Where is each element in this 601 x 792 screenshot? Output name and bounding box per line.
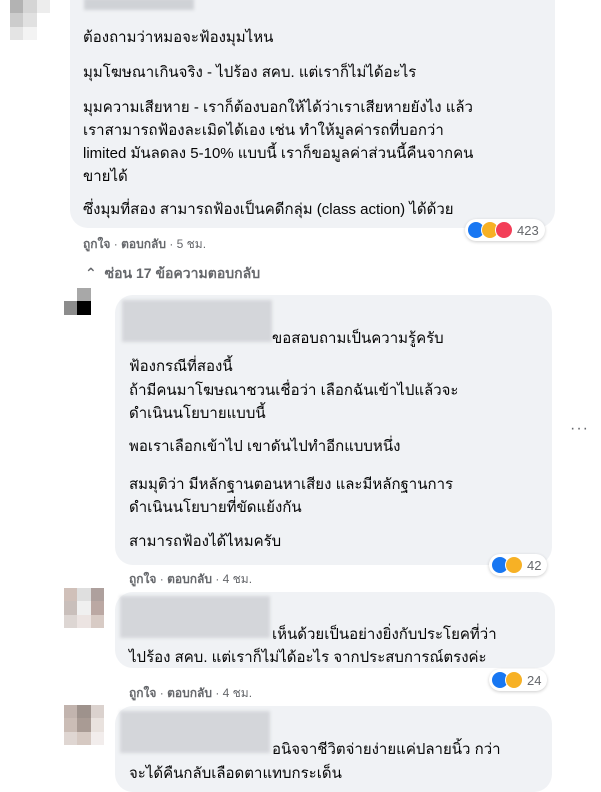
comment-text-line: limited มันลดลง 5-10% แบบนี้ เราก็ขอมูลค… — [83, 145, 474, 162]
reply-text-line: ดำเนินนโยบายแบบนี้ — [129, 405, 266, 422]
sad-icon — [505, 671, 523, 689]
reaction-count: 24 — [527, 672, 542, 688]
ellipsis-icon[interactable]: ··· — [570, 420, 589, 438]
commenter-name-redacted[interactable] — [120, 596, 270, 638]
like-button[interactable]: ถูกใจ — [129, 572, 156, 586]
reply-text-line: ดำเนินนโยบายที่ขัดแย้งกัน — [129, 499, 302, 516]
reply-actions: ถูกใจ · ตอบกลับ · 4 ชม. — [129, 572, 253, 586]
reaction-summary[interactable]: 423 — [465, 219, 545, 241]
commenter-name-redacted[interactable] — [84, 0, 194, 10]
comment-actions: ถูกใจ · ตอบกลับ · 5 ชม. — [83, 237, 207, 251]
reaction-count: 42 — [527, 557, 542, 573]
reaction-summary[interactable]: 42 — [489, 554, 548, 576]
commenter-name-redacted[interactable] — [122, 300, 272, 342]
avatar[interactable] — [10, 0, 50, 40]
comment-text-line: ต้องถามว่าหมอจะฟ้องมุมไหน — [83, 29, 274, 46]
reply-button[interactable]: ตอบกลับ — [121, 237, 166, 251]
reply-text-line: พอเราเลือกเข้าไป เขาดันไปทำอีกแบบหนึ่ง — [129, 438, 401, 455]
reply-text-line: ขอสอบถามเป็นความรู้ครับ — [272, 330, 444, 347]
commenter-name-redacted[interactable] — [120, 711, 270, 753]
comment-text-line: มุมโฆษณาเกินจริง - ไปร้อง สคบ. แต่เราก็ไ… — [83, 64, 417, 81]
reaction-count: 423 — [517, 222, 539, 238]
reply-text-line: จะได้คืนกลับเลือดตาแทบกระเด็น — [129, 765, 342, 782]
avatar[interactable] — [64, 588, 104, 628]
reply-button[interactable]: ตอบกลับ — [167, 686, 212, 700]
like-button[interactable]: ถูกใจ — [129, 686, 156, 700]
timestamp[interactable]: 4 ชม. — [223, 686, 252, 700]
comment-text-line: เราสามารถฟ้องละเมิดได้เอง เช่น ทำให้มูลค… — [83, 122, 444, 139]
like-button[interactable]: ถูกใจ — [83, 237, 110, 251]
comment-text-line: ขายได้ — [83, 168, 128, 185]
reply-text-line: เห็นด้วยเป็นอย่างยิ่งกับประโยคที่ว่า — [272, 626, 497, 643]
avatar[interactable] — [64, 288, 104, 328]
reply-text-line: ฟ้องกรณีที่สองนี้ — [129, 358, 233, 375]
reply-actions: ถูกใจ · ตอบกลับ · 4 ชม. — [129, 686, 253, 700]
chevron-up-icon: ⌃ — [85, 265, 97, 281]
timestamp[interactable]: 4 ชม. — [223, 572, 252, 586]
comment-text-line: ซึ่งมุมที่สอง สามารถฟ้องเป็นคดีกลุ่ม (cl… — [83, 201, 454, 218]
love-icon — [495, 221, 513, 239]
reply-text-line: ไปร้อง สคบ. แต่เราก็ไม่ได้อะไร จากประสบก… — [129, 649, 487, 666]
reply-text-line: สามารถฟ้องได้ไหมครับ — [129, 533, 282, 550]
comment-text-line: มุมความเสียหาย - เราก็ต้องบอกให้ได้ว่าเร… — [83, 99, 473, 116]
reply-text-line: ถ้ามีคนมาโฆษณาชวนเชื่อว่า เลือกฉันเข้าไป… — [129, 382, 459, 399]
reaction-summary[interactable]: 24 — [489, 669, 548, 691]
reply-text-line: อนิจจาชีวิตจ่ายง่ายแค่ปลายนิ้ว กว่า — [272, 741, 501, 758]
avatar[interactable] — [64, 705, 104, 745]
hide-replies-toggle[interactable]: ⌃ ซ่อน 17 ข้อความตอบกลับ — [85, 263, 260, 285]
reply-button[interactable]: ตอบกลับ — [167, 572, 212, 586]
hide-replies-label: ซ่อน 17 ข้อความตอบกลับ — [104, 265, 261, 281]
reply-text-line: สมมุติว่า มีหลักฐานตอนหาเสียง และมีหลักฐ… — [129, 476, 454, 493]
haha-icon — [505, 556, 523, 574]
timestamp[interactable]: 5 ชม. — [177, 237, 206, 251]
